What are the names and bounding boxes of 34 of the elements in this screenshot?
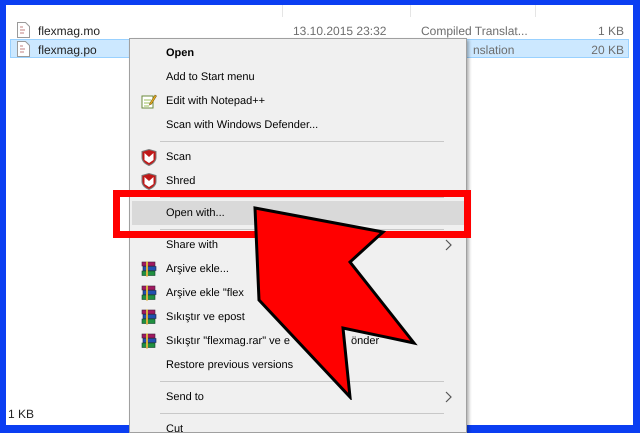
menu-item[interactable]: Open xyxy=(132,41,464,65)
books-icon xyxy=(141,333,157,349)
books-icon xyxy=(141,309,157,325)
document-icon xyxy=(17,22,30,38)
books-icon xyxy=(141,261,157,277)
menu-item[interactable]: Sıkıştır "flexmag.rar" ve e önder xyxy=(132,329,464,353)
menu-item[interactable]: Arşive ekle... xyxy=(132,257,464,281)
file-size: 1 KB xyxy=(598,23,624,40)
file-type: nslation xyxy=(473,42,514,59)
notepad-icon xyxy=(141,93,157,109)
menu-item[interactable]: Scan xyxy=(132,145,464,169)
menu-item[interactable]: Add to Start menu xyxy=(132,65,464,89)
menu-item-text: önder xyxy=(351,334,380,349)
menu-item[interactable]: Scan with Windows Defender... xyxy=(132,113,464,137)
file-date: 13.10.2015 23:32 xyxy=(293,23,386,40)
menu-item[interactable]: Shred xyxy=(132,169,464,193)
shield-icon xyxy=(141,148,157,166)
file-size: 20 KB xyxy=(591,42,624,59)
menu-item[interactable]: Arşive ekle "flex xyxy=(132,281,464,305)
books-icon xyxy=(141,285,157,301)
menu-item[interactable]: Edit with Notepad++ xyxy=(132,89,464,113)
document-icon xyxy=(17,41,30,57)
menu-item-text: Open xyxy=(166,46,194,61)
menu-item[interactable]: Send to xyxy=(132,385,464,409)
file-type: Compiled Translat... xyxy=(421,23,528,40)
menu-item[interactable]: Sıkıştır ve epost xyxy=(132,305,464,329)
file-row[interactable]: flexmag.mo 13.10.2015 23:32 Compiled Translat... 1 KB xyxy=(10,20,629,39)
status-text: 1 KB xyxy=(8,406,34,423)
file-name: flexmag.po xyxy=(38,42,97,59)
menu-item[interactable]: Restore previous versions xyxy=(132,353,464,377)
shield-icon xyxy=(141,172,157,190)
menu-item[interactable]: Cut xyxy=(132,417,464,432)
menu-item-text: Sıkıştır "flexmag.rar" ve e xyxy=(166,334,290,349)
file-name: flexmag.mo xyxy=(38,23,100,40)
